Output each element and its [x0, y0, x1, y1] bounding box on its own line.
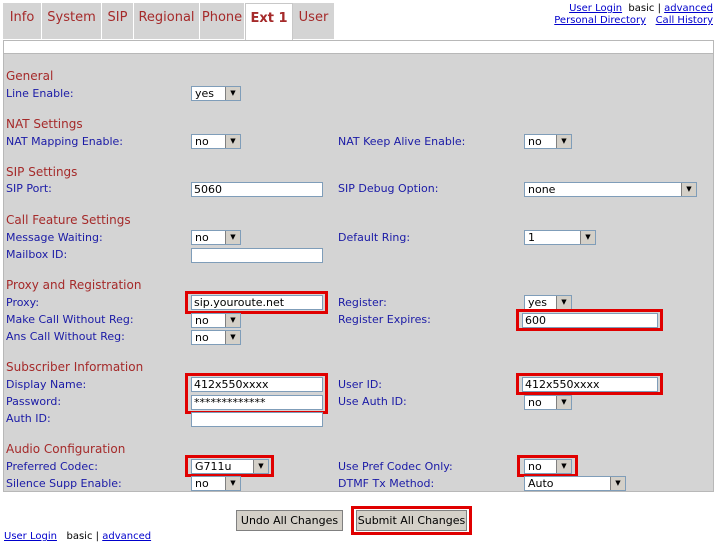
register-expires-label: Register Expires: [338, 313, 431, 326]
password-input[interactable]: ************* [191, 395, 323, 410]
top-links: User Login basic | advanced Personal Dir… [554, 3, 713, 27]
dtmf-tx-method-label: DTMF Tx Method: [338, 477, 435, 490]
section-nat: NAT Settings [6, 117, 83, 131]
sip-debug-select[interactable]: none ▼ [524, 182, 697, 197]
tab-bar: Info System SIP Regional Phone Ext 1 Use… [3, 3, 335, 41]
section-subscriber: Subscriber Information [6, 360, 144, 374]
tab-system[interactable]: System [42, 3, 102, 39]
dropdown-arrow-icon: ▼ [225, 477, 240, 490]
line-enable-select[interactable]: yes ▼ [191, 86, 241, 101]
proxy-label: Proxy: [6, 296, 40, 309]
bottom-link-separator: | [95, 531, 100, 542]
personal-directory-link[interactable]: Personal Directory [554, 15, 646, 26]
nat-mapping-select[interactable]: no ▼ [191, 134, 241, 149]
use-pref-codec-only-label: Use Pref Codec Only: [338, 460, 453, 473]
auth-id-label: Auth ID: [6, 412, 51, 425]
sip-port-input[interactable]: 5060 [191, 182, 323, 197]
dropdown-arrow-icon: ▼ [225, 314, 240, 327]
default-ring-select[interactable]: 1 ▼ [524, 230, 596, 245]
dropdown-arrow-icon: ▼ [253, 460, 268, 473]
sip-port-label: SIP Port: [6, 182, 52, 195]
dropdown-arrow-icon: ▼ [556, 135, 571, 148]
tab-user[interactable]: User [293, 3, 335, 39]
preferred-codec-label: Preferred Codec: [6, 460, 98, 473]
use-auth-id-label: Use Auth ID: [338, 395, 407, 408]
dropdown-arrow-icon: ▼ [610, 477, 625, 490]
register-label: Register: [338, 296, 387, 309]
dropdown-arrow-icon: ▼ [681, 183, 696, 196]
make-call-without-reg-label: Make Call Without Reg: [6, 313, 134, 326]
dropdown-arrow-icon: ▼ [225, 87, 240, 100]
bottom-basic-mode-label: basic [66, 531, 93, 542]
section-audio: Audio Configuration [6, 442, 126, 456]
silence-supp-label: Silence Supp Enable: [6, 477, 122, 490]
mailbox-id-label: Mailbox ID: [6, 248, 68, 261]
nat-keepalive-label: NAT Keep Alive Enable: [338, 135, 466, 148]
sip-debug-label: SIP Debug Option: [338, 182, 439, 195]
settings-panel: General Line Enable: yes ▼ NAT Settings N… [3, 40, 714, 492]
line-enable-label: Line Enable: [6, 87, 74, 100]
section-call-feature: Call Feature Settings [6, 213, 131, 227]
register-select[interactable]: yes ▼ [524, 295, 572, 310]
display-name-input[interactable]: 412x550xxxx [191, 377, 323, 392]
section-proxy: Proxy and Registration [6, 278, 142, 292]
dropdown-arrow-icon: ▼ [225, 231, 240, 244]
silence-supp-select[interactable]: no ▼ [191, 476, 241, 491]
bottom-user-login-link[interactable]: User Login [4, 531, 57, 542]
dropdown-arrow-icon: ▼ [580, 231, 595, 244]
nat-keepalive-select[interactable]: no ▼ [524, 134, 572, 149]
use-auth-id-select[interactable]: no ▼ [524, 395, 572, 410]
bottom-advanced-link[interactable]: advanced [102, 531, 151, 542]
call-history-link[interactable]: Call History [656, 15, 713, 26]
ans-call-without-reg-label: Ans Call Without Reg: [6, 330, 125, 343]
message-waiting-select[interactable]: no ▼ [191, 230, 241, 245]
dtmf-tx-method-select[interactable]: Auto ▼ [524, 476, 626, 491]
dropdown-arrow-icon: ▼ [556, 296, 571, 309]
undo-all-changes-button[interactable]: Undo All Changes [236, 510, 343, 531]
make-call-without-reg-select[interactable]: no ▼ [191, 313, 241, 328]
message-waiting-label: Message Waiting: [6, 231, 103, 244]
default-ring-label: Default Ring: [338, 231, 411, 244]
top-strip [4, 41, 713, 54]
user-login-link[interactable]: User Login [569, 3, 622, 14]
submit-all-changes-button[interactable]: Submit All Changes [356, 510, 467, 531]
use-pref-codec-only-select[interactable]: no ▼ [524, 459, 572, 474]
mailbox-id-input[interactable] [191, 248, 323, 263]
auth-id-input[interactable] [191, 412, 323, 427]
link-separator: | [657, 3, 661, 14]
dropdown-arrow-icon: ▼ [225, 135, 240, 148]
proxy-input[interactable]: sip.youroute.net [191, 295, 323, 310]
ans-call-without-reg-select[interactable]: no ▼ [191, 330, 241, 345]
user-id-label: User ID: [338, 378, 382, 391]
preferred-codec-select[interactable]: G711u ▼ [191, 459, 269, 474]
nat-mapping-label: NAT Mapping Enable: [6, 135, 123, 148]
tab-ext1[interactable]: Ext 1 [245, 3, 293, 41]
tab-info[interactable]: Info [3, 3, 42, 39]
dropdown-arrow-icon: ▼ [556, 396, 571, 409]
tab-sip[interactable]: SIP [102, 3, 134, 39]
user-id-input[interactable]: 412x550xxxx [522, 377, 658, 392]
password-label: Password: [6, 395, 62, 408]
basic-mode-label: basic [628, 3, 655, 14]
register-expires-input[interactable]: 600 [522, 313, 658, 328]
dropdown-arrow-icon: ▼ [556, 460, 571, 473]
display-name-label: Display Name: [6, 378, 87, 391]
advanced-link[interactable]: advanced [664, 3, 713, 14]
section-sip: SIP Settings [6, 165, 78, 179]
bottom-links: User Login basic | advanced [4, 531, 151, 542]
dropdown-arrow-icon: ▼ [225, 331, 240, 344]
tab-regional[interactable]: Regional [134, 3, 200, 39]
tab-phone[interactable]: Phone [200, 3, 245, 39]
section-general: General [6, 69, 54, 83]
